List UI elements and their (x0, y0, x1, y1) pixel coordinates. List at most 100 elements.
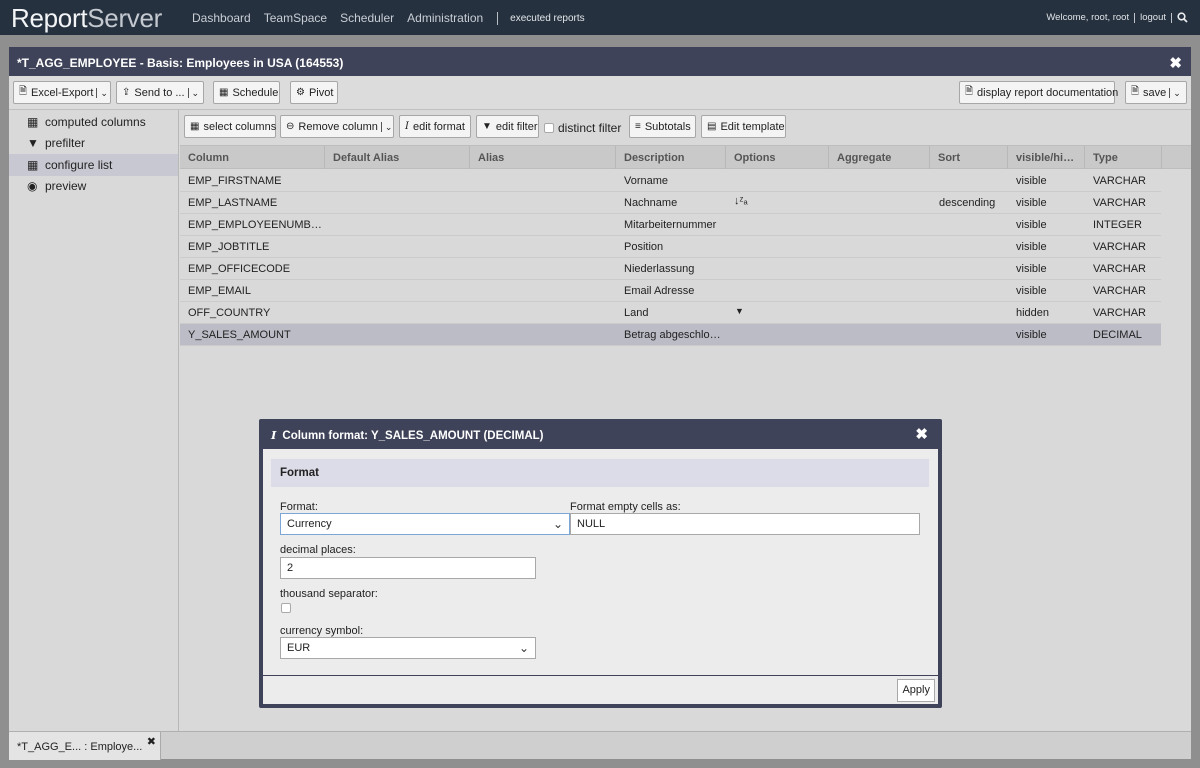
document-icon: 🗎 (965, 86, 974, 97)
dialog-title: Column format: Y_SALES_AMOUNT (DECIMAL) (282, 430, 544, 442)
logout-link[interactable]: logout (1140, 12, 1166, 23)
sidebar-item-computed-columns[interactable]: ▦ computed columns (9, 111, 178, 133)
currency-symbol-label: currency symbol: (280, 625, 364, 637)
nav-scheduler[interactable]: Scheduler (340, 11, 394, 25)
remove-column-button[interactable]: ⊖ Remove column ⌄ (280, 115, 394, 138)
nav-divider (497, 11, 499, 25)
edit-filter-label: edit filter (495, 120, 538, 133)
app-logo[interactable]: ReportServer (11, 3, 162, 34)
filter-icon: ▼ (482, 121, 492, 132)
edit-format-button[interactable]: Iedit format (399, 115, 471, 138)
search-icon[interactable] (1177, 12, 1188, 23)
table-row[interactable]: EMP_EMAIL Email Adresse visible VARCHAR (180, 280, 1161, 302)
table-row[interactable]: EMP_JOBTITLE Position visible VARCHAR (180, 236, 1161, 258)
display-doc-label: display report documentation (977, 86, 1119, 99)
cell-column: EMP_OFFICECODE (188, 263, 291, 275)
format-select[interactable]: Currency ⌄ (280, 513, 570, 535)
pivot-button[interactable]: ⚙ Pivot (290, 81, 338, 104)
cell-description: Position (624, 241, 664, 253)
apply-button[interactable]: Apply (897, 679, 935, 702)
cell-visible: visible (1016, 329, 1047, 341)
close-report-icon[interactable]: ✖ (1169, 54, 1182, 72)
cell-column: Y_SALES_AMOUNT (188, 329, 291, 341)
close-dialog-icon[interactable]: ✖ (915, 425, 928, 443)
cell-description: Niederlassung (624, 263, 695, 275)
chevron-down-icon[interactable]: ⌄ (1169, 87, 1181, 98)
column-header[interactable]: Options (726, 146, 829, 169)
distinct-filter-label: distinct filter (558, 121, 622, 135)
table-row[interactable]: EMP_EMPLOYEENUMB… Mitarbeiternummer visi… (180, 214, 1161, 236)
dialog-title-bar: I Column format: Y_SALES_AMOUNT (DECIMAL)… (259, 419, 942, 449)
sidebar-item-label: computed columns (45, 114, 146, 129)
italic-icon: I (405, 121, 409, 132)
dialog-footer: Apply (263, 676, 938, 704)
sidebar-item-configure-list[interactable]: ▦ configure list (9, 154, 178, 176)
nav-teamspace[interactable]: TeamSpace (264, 11, 327, 25)
table-row[interactable]: EMP_OFFICECODE Niederlassung visible VAR… (180, 258, 1161, 280)
report-tab-label: *T_AGG_E... : Employe... (17, 741, 143, 753)
chevron-down-icon[interactable]: ⌄ (96, 87, 108, 98)
excel-export-button[interactable]: 🗎 Excel-Export ⌄ (13, 81, 111, 104)
chevron-down-icon: ⌄ (552, 517, 563, 531)
empty-cells-input[interactable]: NULL (570, 513, 920, 535)
table-row[interactable]: EMP_FIRSTNAME Vorname visible VARCHAR (180, 170, 1161, 192)
cell-visible: visible (1016, 175, 1047, 187)
column-format-dialog: I Column format: Y_SALES_AMOUNT (DECIMAL)… (259, 419, 942, 708)
report-tab[interactable]: *T_AGG_E... : Employe... ✖ (9, 732, 161, 760)
save-button[interactable]: 🗎 save ⌄ (1125, 81, 1187, 104)
cell-description: Nachname (624, 197, 678, 209)
table-row[interactable]: EMP_LASTNAME Nachname ↓ᶻₐ descending vis… (180, 192, 1161, 214)
cell-visible: hidden (1016, 307, 1050, 319)
distinct-filter-checkbox[interactable] (544, 123, 554, 133)
nav-executed-reports[interactable]: executed reports (510, 13, 585, 24)
subtotals-label: Subtotals (644, 120, 691, 133)
divider (1134, 12, 1136, 23)
cell-type: VARCHAR (1093, 175, 1146, 187)
nav-dashboard[interactable]: Dashboard (192, 11, 251, 25)
display-documentation-button[interactable]: 🗎 display report documentation (959, 81, 1119, 104)
sidebar-item-preview[interactable]: ◉ preview (9, 176, 178, 198)
column-header[interactable]: visible/hi… (1008, 146, 1085, 169)
edit-filter-button[interactable]: ▼ edit filter (476, 115, 539, 138)
eye-icon: ◉ (27, 179, 38, 194)
grid-icon: ▦ (27, 157, 39, 172)
column-header[interactable]: Type (1085, 146, 1162, 169)
column-header[interactable]: Sort (930, 146, 1008, 169)
select-columns-button[interactable]: ▦ select columns (184, 115, 276, 138)
sidebar-item-label: configure list (45, 157, 113, 172)
decimal-places-input[interactable]: 2 (280, 557, 536, 579)
column-header[interactable]: Default Alias (325, 146, 470, 169)
italic-icon: I (271, 428, 277, 442)
table-row-selected[interactable]: Y_SALES_AMOUNT Betrag abgeschlo… visible… (180, 324, 1161, 346)
dialog-body: Format Format: Currency ⌄ Format empty c… (263, 449, 938, 675)
close-tab-icon[interactable]: ✖ (147, 735, 156, 748)
schedule-button[interactable]: ▦ Schedule (213, 81, 280, 104)
top-navigation-bar: ReportServer Dashboard TeamSpace Schedul… (0, 0, 1200, 35)
distinct-filter-toggle[interactable]: distinct filter (544, 121, 621, 135)
report-title-bar: *T_AGG_EMPLOYEE - Basis: Employees in US… (9, 47, 1191, 76)
column-header[interactable]: Alias (470, 146, 616, 169)
thousand-separator-label: thousand separator: (280, 588, 378, 600)
sidebar-item-prefilter[interactable]: ▼ prefilter (9, 133, 178, 155)
send-to-button[interactable]: ⇪ Send to ... ⌄ (116, 81, 204, 104)
filter-icon: ▼ (27, 136, 39, 151)
cell-column: EMP_EMAIL (188, 285, 251, 297)
chevron-down-icon[interactable]: ⌄ (380, 121, 392, 132)
column-header[interactable]: Column (180, 146, 325, 169)
nav-administration[interactable]: Administration (407, 11, 483, 25)
table-icon: ▦ (27, 114, 39, 129)
cell-visible: visible (1016, 219, 1047, 231)
thousand-separator-checkbox[interactable] (281, 603, 291, 613)
cell-type: VARCHAR (1093, 307, 1146, 319)
table-row[interactable]: OFF_COUNTRY Land ▼ hidden VARCHAR (180, 302, 1161, 324)
column-header[interactable]: Description (616, 146, 726, 169)
subtotals-button[interactable]: ≡ Subtotals (629, 115, 696, 138)
main-nav: Dashboard TeamSpace Scheduler Administra… (192, 11, 585, 25)
welcome-text: Welcome, root, root (1046, 12, 1130, 23)
cell-description: Betrag abgeschlo… (624, 329, 721, 341)
currency-symbol-select[interactable]: EUR ⌄ (280, 637, 536, 659)
edit-template-button[interactable]: ▤ Edit template (701, 115, 786, 138)
cell-column: EMP_FIRSTNAME (188, 175, 282, 187)
chevron-down-icon[interactable]: ⌄ (187, 87, 199, 98)
column-header[interactable]: Aggregate (829, 146, 930, 169)
